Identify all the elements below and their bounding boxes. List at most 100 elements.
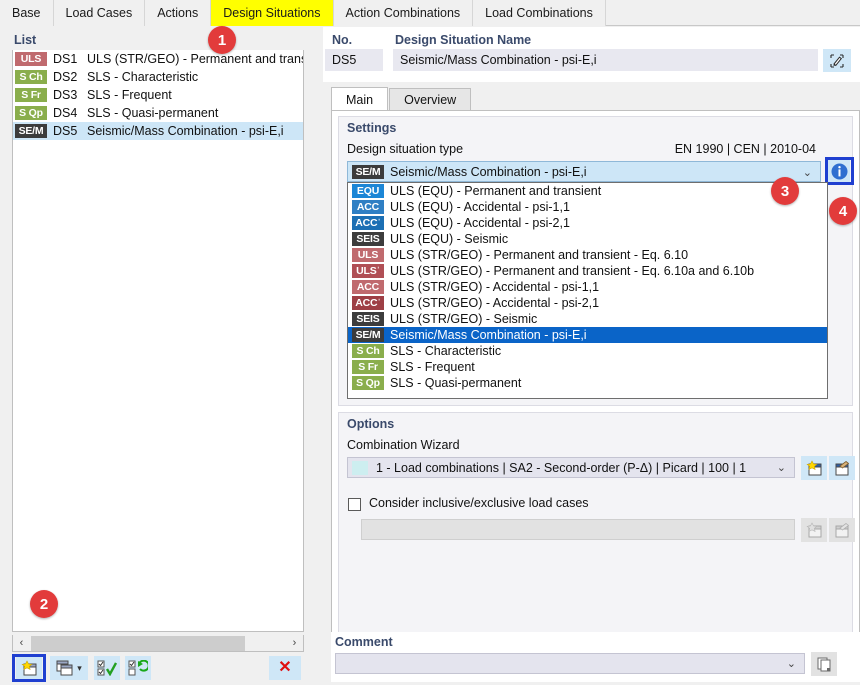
new-window-icon [806, 460, 822, 476]
subtab-main[interactable]: Main [331, 87, 389, 111]
subtab-main-label: Main [346, 92, 374, 107]
tab-base[interactable]: Base [0, 0, 54, 26]
design-situation-type-label: Design situation type [347, 142, 464, 156]
tab-action-combinations[interactable]: Action Combinations [333, 0, 474, 26]
new-combination-wizard-button[interactable] [801, 456, 827, 480]
design-situation-type-combo[interactable]: SE/M Seismic/Mass Combination - psi-E,i … [347, 161, 821, 182]
dropdown-option-badge: ACCˈ [352, 296, 384, 310]
copy-window-icon [56, 660, 73, 676]
dropdown-option-badge: SEIS [352, 312, 384, 326]
dropdown-option-label: ULS (EQU) - Seismic [390, 232, 509, 246]
edit-pencil-icon [830, 53, 844, 68]
invert-selection-icon [128, 660, 148, 676]
copy-design-situation-button[interactable]: ▾ [50, 656, 88, 680]
inclusive-exclusive-field [361, 519, 795, 540]
list-item-number: DS5 [53, 124, 78, 138]
chevron-down-icon[interactable]: ⌄ [803, 166, 812, 179]
dropdown-option[interactable]: ACC ULS (STR/GEO) - Accidental - psi-1,1 [348, 279, 827, 295]
tab-design-situations[interactable]: Design Situations [211, 0, 334, 26]
consider-inclusive-exclusive-checkbox[interactable] [348, 498, 361, 511]
annotation-marker-4: 4 [829, 197, 857, 225]
standard-label: EN 1990 | CEN | 2010-04 [674, 142, 816, 156]
annotation-marker-1: 1 [208, 26, 236, 54]
dropdown-option-label: ULS (EQU) - Accidental - psi-2,1 [390, 216, 570, 230]
list-item-label: SLS - Characteristic [87, 70, 199, 84]
scroll-left-arrow-icon[interactable]: ‹ [13, 635, 30, 651]
dropdown-option[interactable]: ACC ULS (EQU) - Accidental - psi-1,1 [348, 199, 827, 215]
list-item[interactable]: S Fr DS3 SLS - Frequent [13, 86, 303, 104]
dropdown-option[interactable]: ACCˈ ULS (EQU) - Accidental - psi-2,1 [348, 215, 827, 231]
dropdown-option[interactable]: S Qp SLS - Quasi-permanent [348, 375, 827, 391]
dropdown-option-label: ULS (STR/GEO) - Permanent and transient … [390, 248, 689, 262]
dropdown-option[interactable]: S Fr SLS - Frequent [348, 359, 827, 375]
tab-actions[interactable]: Actions [145, 0, 212, 26]
settings-group-title: Settings [347, 121, 397, 135]
tab-load-cases[interactable]: Load Cases [53, 0, 146, 26]
consider-inclusive-exclusive-label: Consider inclusive/exclusive load cases [369, 496, 589, 510]
list-item[interactable]: S Ch DS2 SLS - Characteristic [13, 68, 303, 86]
list-item-label: SLS - Frequent [87, 88, 172, 102]
design-situation-type-dropdown-list[interactable]: EQU ULS (EQU) - Permanent and transient AC… [347, 182, 828, 399]
dropdown-option-badge: ACCˈ [352, 216, 384, 230]
new-button-highlight [12, 654, 46, 682]
no-field[interactable]: DS5 [325, 49, 383, 71]
design-situations-window: Base Load Cases Actions Design Situation… [0, 0, 860, 685]
edit-combination-wizard-button[interactable] [829, 456, 855, 480]
scroll-right-arrow-icon[interactable]: › [286, 635, 303, 651]
combination-wizard-label: Combination Wizard [347, 438, 460, 452]
select-all-button[interactable] [94, 656, 120, 680]
annotation-marker-3: 3 [771, 177, 799, 205]
tab-load-combinations-label: Load Combinations [485, 6, 593, 20]
chevron-down-icon[interactable]: ⌄ [787, 657, 796, 670]
dropdown-option-badge: S Ch [352, 344, 384, 358]
dropdown-option[interactable]: SE/M Seismic/Mass Combination - psi-E,i [348, 327, 827, 343]
dropdown-option-badge: ACC [352, 200, 384, 214]
design-situation-name-input[interactable]: Seismic/Mass Combination - psi-E,i [393, 49, 818, 71]
list-horizontal-scrollbar[interactable]: ‹ › [12, 635, 304, 652]
scrollbar-thumb[interactable] [31, 635, 245, 651]
combination-wizard-combo[interactable]: 1 - Load combinations | SA2 - Second-ord… [347, 457, 795, 478]
delete-design-situation-button[interactable]: ✕ [269, 656, 301, 680]
dropdown-option-label: ULS (EQU) - Permanent and transient [390, 184, 602, 198]
combination-wizard-value: 1 - Load combinations | SA2 - Second-ord… [376, 460, 747, 475]
dropdown-option[interactable]: ULSˈ ULS (STR/GEO) - Permanent and transi… [348, 263, 827, 279]
copy-dropdown-arrow-icon[interactable]: ▾ [77, 663, 82, 674]
list-item[interactable]: S Qp DS4 SLS - Quasi-permanent [13, 104, 303, 122]
dropdown-option-badge: ULSˈ [352, 264, 384, 278]
dropdown-option-label: ULS (STR/GEO) - Seismic [390, 312, 538, 326]
tab-load-cases-label: Load Cases [65, 6, 133, 20]
design-situations-list[interactable]: ULS DS1 ULS (STR/GEO) - Permanent and tran… [12, 50, 304, 632]
comment-input[interactable]: ⌄ [335, 653, 805, 674]
list-item-label: SLS - Quasi-permanent [87, 106, 219, 120]
tab-load-combinations[interactable]: Load Combinations [473, 0, 606, 26]
list-item[interactable]: SE/M DS5 Seismic/Mass Combination - psi-E,… [13, 122, 303, 140]
edit-name-button[interactable] [823, 49, 851, 72]
dropdown-option[interactable]: ULS ULS (STR/GEO) - Permanent and transie… [348, 247, 827, 263]
dropdown-option-badge: S Fr [352, 360, 384, 374]
selected-type-value: Seismic/Mass Combination - psi-E,i [390, 164, 587, 179]
new-window-icon-disabled [806, 522, 822, 538]
list-item-label: Seismic/Mass Combination - psi-E,i [87, 124, 284, 138]
delete-x-icon: ✕ [278, 659, 292, 676]
new-inclusive-exclusive-button [801, 518, 827, 542]
dropdown-option[interactable]: S Ch SLS - Characteristic [348, 343, 827, 359]
dropdown-option-label: SLS - Frequent [390, 360, 475, 374]
subtab-overview[interactable]: Overview [389, 88, 472, 111]
dropdown-option[interactable]: EQU ULS (EQU) - Permanent and transient [348, 183, 827, 199]
list-toolbar: ▾ ✕ [12, 654, 304, 682]
panel-splitter[interactable] [315, 27, 323, 685]
dropdown-option-label: ULS (STR/GEO) - Accidental - psi-1,1 [390, 280, 600, 294]
dropdown-option[interactable]: SEIS ULS (EQU) - Seismic [348, 231, 827, 247]
tab-design-situations-label: Design Situations [223, 6, 321, 20]
invert-selection-button[interactable] [125, 656, 151, 680]
edit-inclusive-exclusive-button [829, 518, 855, 542]
comment-copy-button[interactable] [811, 652, 837, 676]
dropdown-option-badge: SEIS [352, 232, 384, 246]
dropdown-option[interactable]: ACCˈ ULS (STR/GEO) - Accidental - psi-2,1 [348, 295, 827, 311]
dropdown-option[interactable]: SEIS ULS (STR/GEO) - Seismic [348, 311, 827, 327]
dropdown-option-label: ULS (EQU) - Accidental - psi-1,1 [390, 200, 570, 214]
edit-window-icon [835, 460, 850, 476]
chevron-down-icon[interactable]: ⌄ [777, 461, 786, 474]
scrollbar-track-right[interactable] [246, 635, 286, 651]
list-item[interactable]: ULS DS1 ULS (STR/GEO) - Permanent and tran… [13, 50, 303, 68]
